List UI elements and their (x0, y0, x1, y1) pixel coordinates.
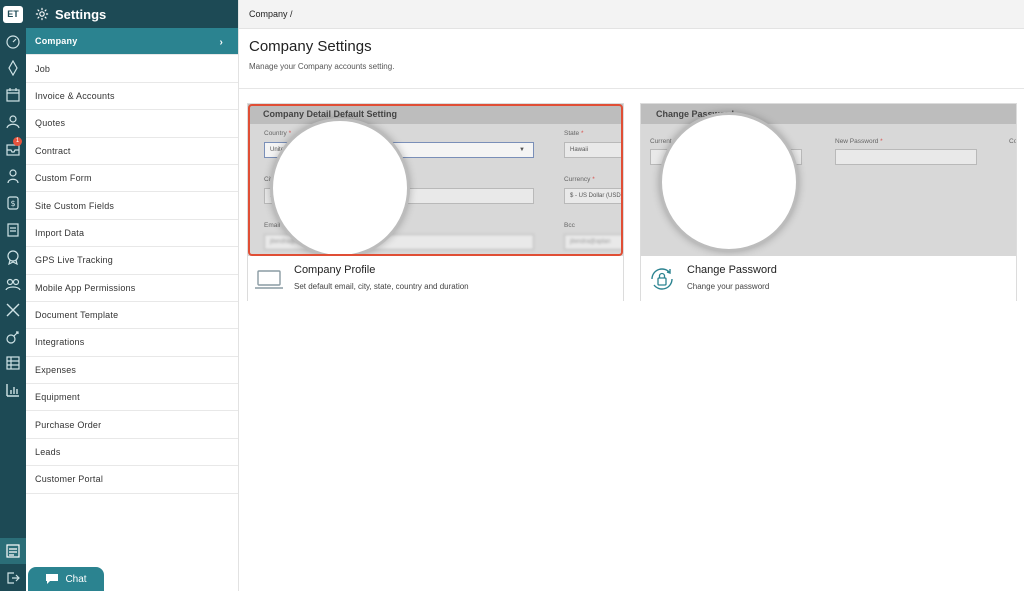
bcc-field[interactable]: jitendra@aplan (564, 234, 623, 250)
confirm-password-label: Co (1009, 138, 1016, 145)
sidebar-item-label: Contract (35, 145, 71, 156)
sidebar-item-purchase-order[interactable]: Purchase Order (26, 411, 238, 439)
sidebar-item-job[interactable]: Job (26, 55, 238, 83)
dollar-icon[interactable]: $ (5, 195, 21, 211)
page-subtitle: Manage your Company accounts setting. (249, 62, 395, 71)
sidebar-item-customer-portal[interactable]: Customer Portal (26, 466, 238, 494)
sidebar-item-company[interactable]: Company › (26, 28, 238, 56)
sidebar-item-leads[interactable]: Leads (26, 439, 238, 467)
new-password-field[interactable] (835, 149, 977, 165)
sidebar-item-label: Mobile App Permissions (35, 282, 136, 293)
chevron-right-icon: › (219, 37, 223, 48)
report-icon[interactable] (5, 355, 21, 371)
change-password-preview: Change Password Current Password * New P… (641, 104, 1016, 256)
tracking-icon[interactable] (5, 329, 21, 345)
settings-panel-icon[interactable] (5, 543, 21, 559)
job-icon[interactable] (5, 60, 21, 76)
magnifier-overlay (659, 112, 799, 252)
sidebar-item-label: Leads (35, 447, 61, 458)
card-footer: Company Profile Set default email, city,… (248, 256, 623, 302)
country-label: Country * (264, 130, 292, 137)
card-title: Change Password (687, 264, 777, 276)
company-profile-card[interactable]: Company Detail Default Setting Country *… (247, 103, 624, 302)
sidebar-item-label: Expenses (35, 364, 77, 375)
sidebar-title: Settings (55, 6, 107, 22)
sidebar-item-label: Quotes (35, 118, 66, 129)
sidebar-item-label: Import Data (35, 227, 85, 238)
card-footer: Change Password Change your password (641, 256, 1016, 302)
laptop-icon (255, 270, 283, 289)
sidebar-item-equipment[interactable]: Equipment (26, 384, 238, 412)
sidebar-item-label: Purchase Order (35, 419, 102, 430)
sidebar-item-custom-form[interactable]: Custom Form (26, 165, 238, 193)
currency-field[interactable]: $ - US Dollar (USD) (564, 188, 623, 204)
calendar-icon[interactable] (5, 87, 21, 103)
badge-icon[interactable] (5, 249, 21, 265)
sidebar-item-import-data[interactable]: Import Data (26, 220, 238, 248)
sidebar-item-mobile-app-permissions[interactable]: Mobile App Permissions (26, 275, 238, 302)
team-icon[interactable] (5, 276, 21, 292)
sidebar-item-site-custom-fields[interactable]: Site Custom Fields (26, 192, 238, 220)
bcc-label: Bcc (564, 222, 575, 229)
company-detail-preview: Company Detail Default Setting Country *… (248, 104, 623, 256)
chat-button[interactable]: Chat (28, 567, 104, 591)
gear-icon (35, 7, 49, 21)
sidebar-header: Settings (26, 0, 238, 28)
lock-refresh-icon (651, 268, 673, 290)
divider (239, 88, 1024, 89)
breadcrumb: Company / (239, 0, 1024, 29)
sidebar-item-label: Custom Form (35, 173, 92, 184)
sidebar-item-document-template[interactable]: Document Template (26, 302, 238, 330)
email-label: Email (264, 222, 281, 229)
change-password-card[interactable]: Change Password Current Password * New P… (640, 103, 1017, 302)
sidebar-item-invoice-accounts[interactable]: Invoice & Accounts (26, 83, 238, 111)
card-description: Change your password (687, 282, 770, 291)
state-label: State * (564, 130, 584, 137)
breadcrumb-company[interactable]: Company / (249, 9, 293, 19)
users-icon[interactable] (5, 114, 21, 130)
sidebar-item-label: Integrations (35, 337, 85, 348)
preview-title: Company Detail Default Setting (248, 104, 623, 124)
card-title: Company Profile (294, 264, 376, 276)
sidebar-item-integrations[interactable]: Integrations (26, 329, 238, 357)
chart-icon[interactable] (5, 382, 21, 398)
page-title: Company Settings (249, 38, 372, 55)
notification-badge: 1 (13, 137, 22, 146)
state-field[interactable]: Hawaii (564, 142, 623, 158)
sidebar-item-label: Site Custom Fields (35, 200, 115, 211)
dashboard-icon[interactable] (5, 34, 21, 50)
currency-label: Currency * (564, 176, 595, 183)
magnifier-overlay (270, 118, 410, 256)
svg-text:$: $ (10, 199, 15, 208)
sidebar-item-label: Job (35, 63, 51, 74)
tools-icon[interactable] (5, 302, 21, 318)
card-description: Set default email, city, state, country … (294, 282, 469, 291)
chat-label: Chat (65, 573, 87, 585)
new-password-label: New Password * (835, 138, 883, 145)
icon-rail: ET 1 $ (0, 0, 26, 591)
sidebar-item-label: Invoice & Accounts (35, 90, 115, 101)
sidebar-item-label: Customer Portal (35, 474, 104, 485)
main-content: Company / Company Settings Manage your C… (239, 0, 1024, 591)
sidebar-item-label: Document Template (35, 310, 119, 321)
sidebar-item-contract[interactable]: Contract (26, 138, 238, 165)
sidebar-item-expenses[interactable]: Expenses (26, 357, 238, 385)
settings-sidebar: Settings Company › Job Invoice & Account… (26, 0, 239, 591)
sidebar-item-label: GPS Live Tracking (35, 255, 113, 266)
dropdown-caret-icon: ▼ (519, 147, 525, 153)
document-icon[interactable] (5, 222, 21, 238)
app-logo[interactable]: ET (3, 6, 23, 23)
logout-icon[interactable] (5, 570, 21, 586)
person-icon[interactable] (5, 168, 21, 184)
sidebar-item-label: Company (35, 36, 78, 47)
sidebar-item-gps-live-tracking[interactable]: GPS Live Tracking (26, 247, 238, 275)
sidebar-item-quotes[interactable]: Quotes (26, 110, 238, 138)
chat-bubble-icon (46, 574, 59, 584)
sidebar-item-label: Equipment (35, 392, 80, 403)
